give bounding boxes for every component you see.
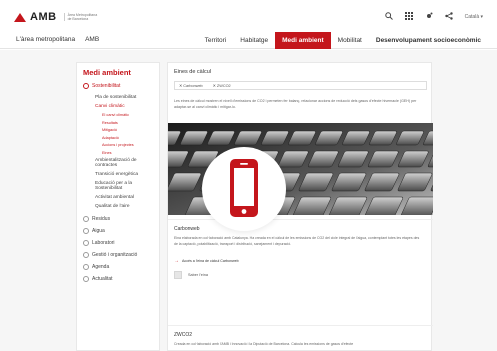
main-nav: L'àrea metropolitana AMB Territori Habit…: [0, 32, 497, 49]
tool-filter-bar: ✕ Carbonweb ✕ ZWCO2: [174, 81, 427, 90]
sidebar-item-label: Aigua: [92, 228, 105, 234]
card-title: Carbonweb: [174, 226, 200, 232]
card-description: Eina elaborada en col·laboració amb Cata…: [174, 236, 420, 246]
sidebar-item-label: Residus: [92, 216, 111, 222]
sidebar-item-actualitat[interactable]: Actualitat: [83, 276, 153, 282]
nav-right: Territori Habitatge Medi ambient Mobilit…: [198, 32, 488, 49]
sidebar-subitem-pla[interactable]: Pla de sostenibilitat: [95, 95, 153, 100]
filter-carbonweb[interactable]: ✕ Carbonweb: [179, 83, 203, 88]
carbonweb-card: Carbonweb Eina elaborada en col·laboraci…: [168, 219, 433, 299]
sidebar-subitem-canvi-climatic[interactable]: Canvi climàtic: [95, 104, 153, 109]
sidebar-item-label: Sostenibilitat: [92, 83, 121, 89]
expand-icon: [83, 252, 89, 258]
amb-logo[interactable]: AMB Àrea Metropolitana de Barcelona: [14, 11, 98, 23]
search-icon[interactable]: [384, 12, 393, 22]
sidebar-item-label: Actualitat: [92, 276, 113, 282]
expand-icon: [83, 216, 89, 222]
chevron-down-icon: ▾: [480, 14, 483, 20]
sidebar-subitem-ambientalitzacio[interactable]: Ambientalització de contractes: [95, 158, 153, 168]
file-row[interactable]: Saber l'eina: [174, 269, 427, 280]
sidebar-subsubitem[interactable]: Adaptació: [102, 136, 153, 140]
grid-icon[interactable]: [404, 12, 413, 22]
nav-item-mobilitat[interactable]: Mobilitat: [331, 32, 369, 49]
filter-label: ZWCO2: [216, 84, 231, 88]
mobile-phone-icon: [230, 159, 258, 217]
settings-icon[interactable]: [425, 12, 433, 22]
nav-item-habitatge[interactable]: Habitatge: [233, 32, 275, 49]
link-label: Accés a l'eina de càlcul Carbonweb: [182, 259, 239, 263]
logo-text: AMB: [30, 11, 57, 23]
logo-subtitle: Àrea Metropolitana de Barcelona: [63, 13, 98, 21]
mobile-view-overlay: [202, 147, 286, 231]
logo-mark-icon: [14, 12, 26, 22]
arrow-right-icon: →: [174, 258, 179, 264]
sidebar-subsubitem[interactable]: Accions i projectes: [102, 143, 153, 147]
sidebar-subitem-qualitat[interactable]: Qualitat de l'aire: [95, 204, 153, 209]
file-label: Saber l'eina: [188, 272, 208, 277]
sidebar-item-label: Gestió i organització: [92, 252, 138, 258]
expand-icon: [83, 264, 89, 270]
sidebar: Medi ambient Sostenibilitat Pla de soste…: [76, 62, 160, 351]
filter-zwco2[interactable]: ✕ ZWCO2: [213, 83, 231, 88]
expand-icon: [83, 276, 89, 282]
language-label: Català: [464, 14, 480, 20]
card-description: Creada en col·laboració amb l'AMB i Inno…: [174, 342, 354, 346]
sidebar-item-label: Laboratori: [92, 240, 115, 246]
filter-label: Carbonweb: [183, 84, 203, 88]
collapse-icon: [83, 83, 89, 89]
top-icons: Català ▾: [384, 12, 483, 22]
sidebar-item-agenda[interactable]: Agenda: [83, 264, 153, 270]
intro-paragraph: Les eines de càlcul mostren el nivell d'…: [174, 99, 417, 109]
card-title: ZWCO2: [174, 332, 193, 338]
zwco2-card: ZWCO2 Creada en col·laboració amb l'AMB …: [168, 325, 433, 351]
nav-item-medi-ambient[interactable]: Medi ambient: [275, 32, 331, 49]
sidebar-subsubitem[interactable]: Resultats: [102, 121, 153, 125]
sidebar-subsubitem[interactable]: Mitigació: [102, 128, 153, 132]
sidebar-title: Medi ambient: [83, 68, 131, 77]
nav-item-desenvolupament[interactable]: Desenvolupament socioeconòmic: [369, 32, 488, 49]
top-bar: AMB Àrea Metropolitana de Barcelona Cata…: [0, 0, 497, 32]
carbonweb-link[interactable]: → Accés a l'eina de càlcul Carbonweb: [174, 258, 239, 264]
file-icon: [174, 270, 182, 279]
sidebar-item-label: Agenda: [92, 264, 110, 270]
expand-icon: [83, 228, 89, 234]
nav-item-area-metropolitana[interactable]: L'àrea metropolitana: [16, 36, 75, 43]
sidebar-item-sostenibilitat[interactable]: Sostenibilitat: [83, 83, 153, 89]
sidebar-item-residus[interactable]: Residus: [83, 216, 153, 222]
expand-icon: [83, 240, 89, 246]
sidebar-item-gestio[interactable]: Gestió i organització: [83, 252, 153, 258]
sidebar-subitem-transicio[interactable]: Transició energètica: [95, 172, 153, 177]
page-title: Eines de càlcul: [174, 69, 211, 75]
nav-item-territori[interactable]: Territori: [198, 32, 234, 49]
sidebar-subsubitem[interactable]: Eines: [102, 151, 153, 155]
nav-item-amb[interactable]: AMB: [85, 36, 99, 43]
share-icon[interactable]: [444, 12, 453, 22]
sidebar-subsubitem[interactable]: El canvi climàtic: [102, 113, 153, 117]
sidebar-item-laboratori[interactable]: Laboratori: [83, 240, 153, 246]
sidebar-item-aigua[interactable]: Aigua: [83, 228, 153, 234]
nav-left: L'àrea metropolitana AMB: [16, 36, 99, 43]
language-selector[interactable]: Català ▾: [465, 14, 483, 20]
sidebar-subitem-educacio[interactable]: Educació per a la Sostenibilitat: [95, 181, 153, 191]
sidebar-subitem-activitat[interactable]: Activitat ambiental: [95, 195, 153, 200]
